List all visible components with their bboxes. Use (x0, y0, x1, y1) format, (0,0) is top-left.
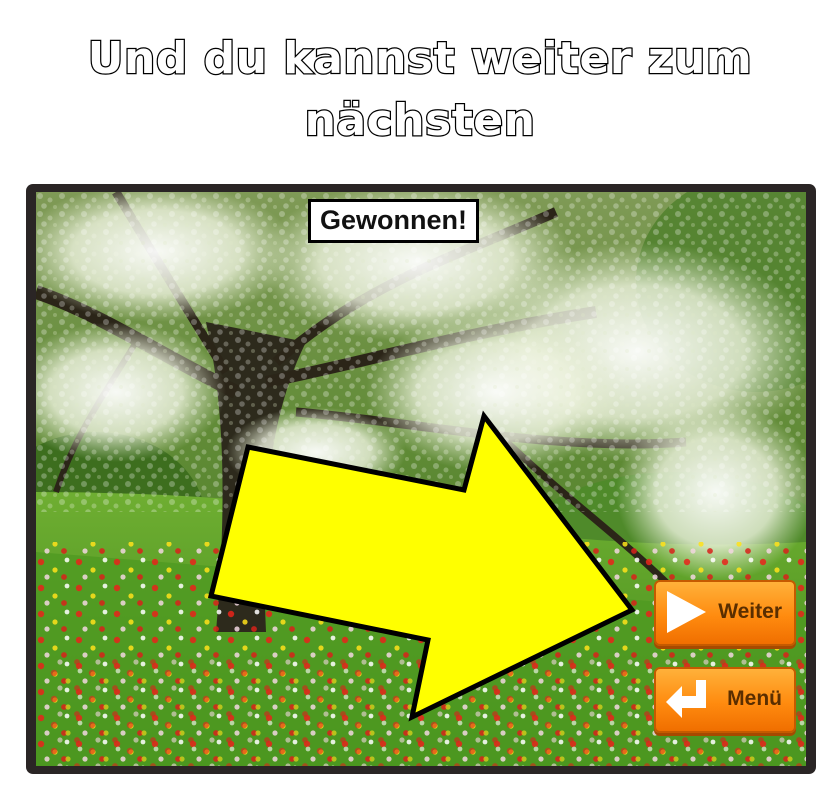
game-scene[interactable]: Gewonnen! Weiter Menü (36, 192, 806, 766)
return-arrow-icon (666, 680, 706, 718)
game-frame: Gewonnen! Weiter Menü (26, 184, 816, 774)
next-button[interactable]: Weiter (654, 580, 796, 646)
caption-line-2: nächsten (303, 94, 536, 148)
caption-line-1: Und du kannst weiter zum (87, 32, 753, 86)
instruction-caption: Und du kannst weiter zum nächsten (0, 28, 840, 152)
menu-button-label: Menü (727, 687, 782, 710)
next-button-label: Weiter (718, 600, 782, 623)
play-icon (667, 591, 706, 633)
menu-button[interactable]: Menü (654, 667, 796, 733)
